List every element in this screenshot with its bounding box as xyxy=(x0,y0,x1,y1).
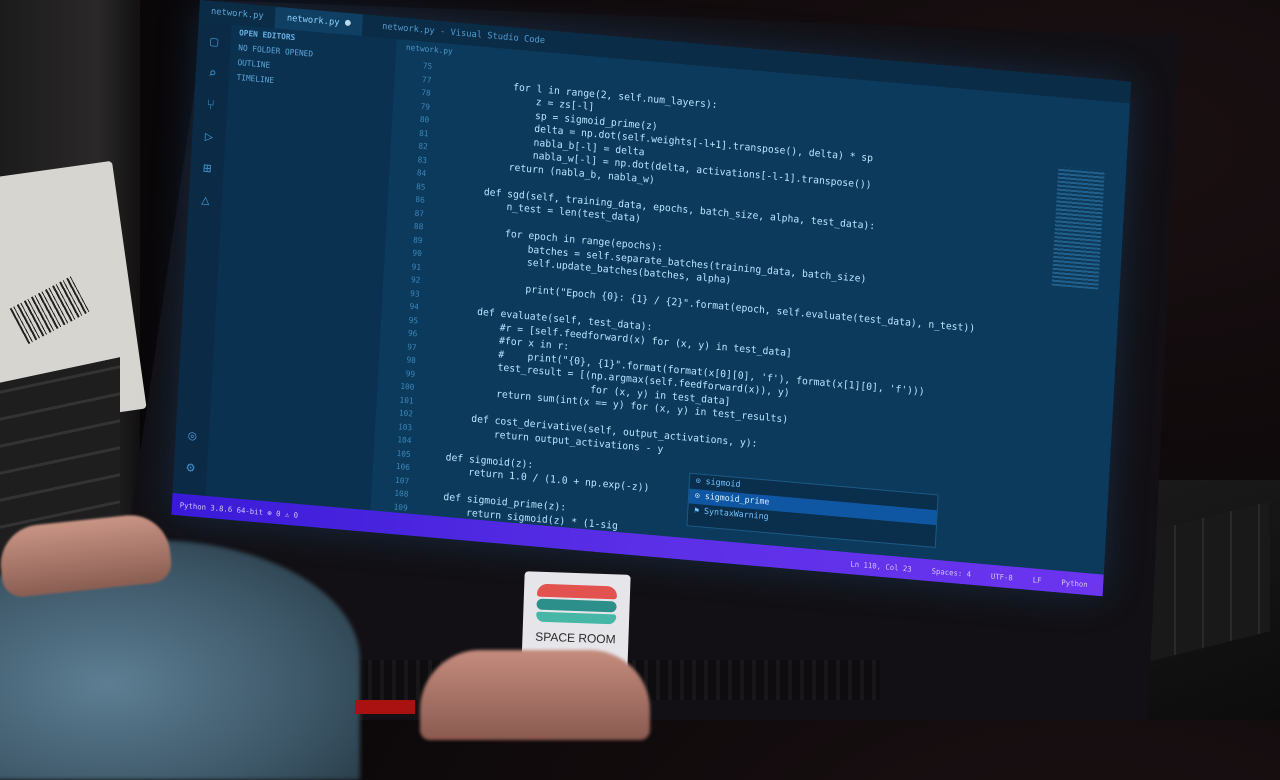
status-encoding[interactable]: UTF-8 xyxy=(983,571,1021,583)
red-object xyxy=(355,700,415,714)
test-icon[interactable]: △ xyxy=(196,191,214,210)
extensions-icon[interactable]: ⊞ xyxy=(198,159,216,178)
account-icon[interactable]: ◎ xyxy=(183,426,201,445)
laptop-screen: network.py network.py network.py - Visua… xyxy=(171,0,1132,597)
debug-icon[interactable]: ▷ xyxy=(200,127,218,146)
status-language[interactable]: Python xyxy=(1053,577,1095,590)
burger-logo-icon xyxy=(535,583,618,625)
tab-label: network.py xyxy=(210,6,264,22)
tab-label: network.py xyxy=(286,13,340,29)
unsaved-dot-icon xyxy=(345,19,352,27)
suggestion-label: sigmoid xyxy=(705,477,741,491)
source-control-icon[interactable]: ⑂ xyxy=(201,96,219,115)
sticker-label: SPACE ROOM xyxy=(534,629,616,647)
minimap[interactable] xyxy=(1051,166,1105,290)
code-editor[interactable]: network.py 75 77 for l in range(2, self.n… xyxy=(370,39,1130,575)
status-eol[interactable]: LF xyxy=(1025,574,1050,585)
status-cursor-position[interactable]: Ln 110, Col 23 xyxy=(842,558,919,574)
explorer-sidebar: OPEN EDITORS NO FOLDER OPENED OUTLINE TI… xyxy=(205,24,397,511)
hand-right xyxy=(420,650,650,740)
search-icon[interactable]: ⌕ xyxy=(203,64,221,83)
suggestion-label: SyntaxWarning xyxy=(703,506,769,523)
explorer-icon[interactable]: ▢ xyxy=(205,32,223,51)
settings-icon[interactable]: ⚙ xyxy=(181,458,199,477)
status-indentation[interactable]: Spaces: 4 xyxy=(924,565,979,579)
